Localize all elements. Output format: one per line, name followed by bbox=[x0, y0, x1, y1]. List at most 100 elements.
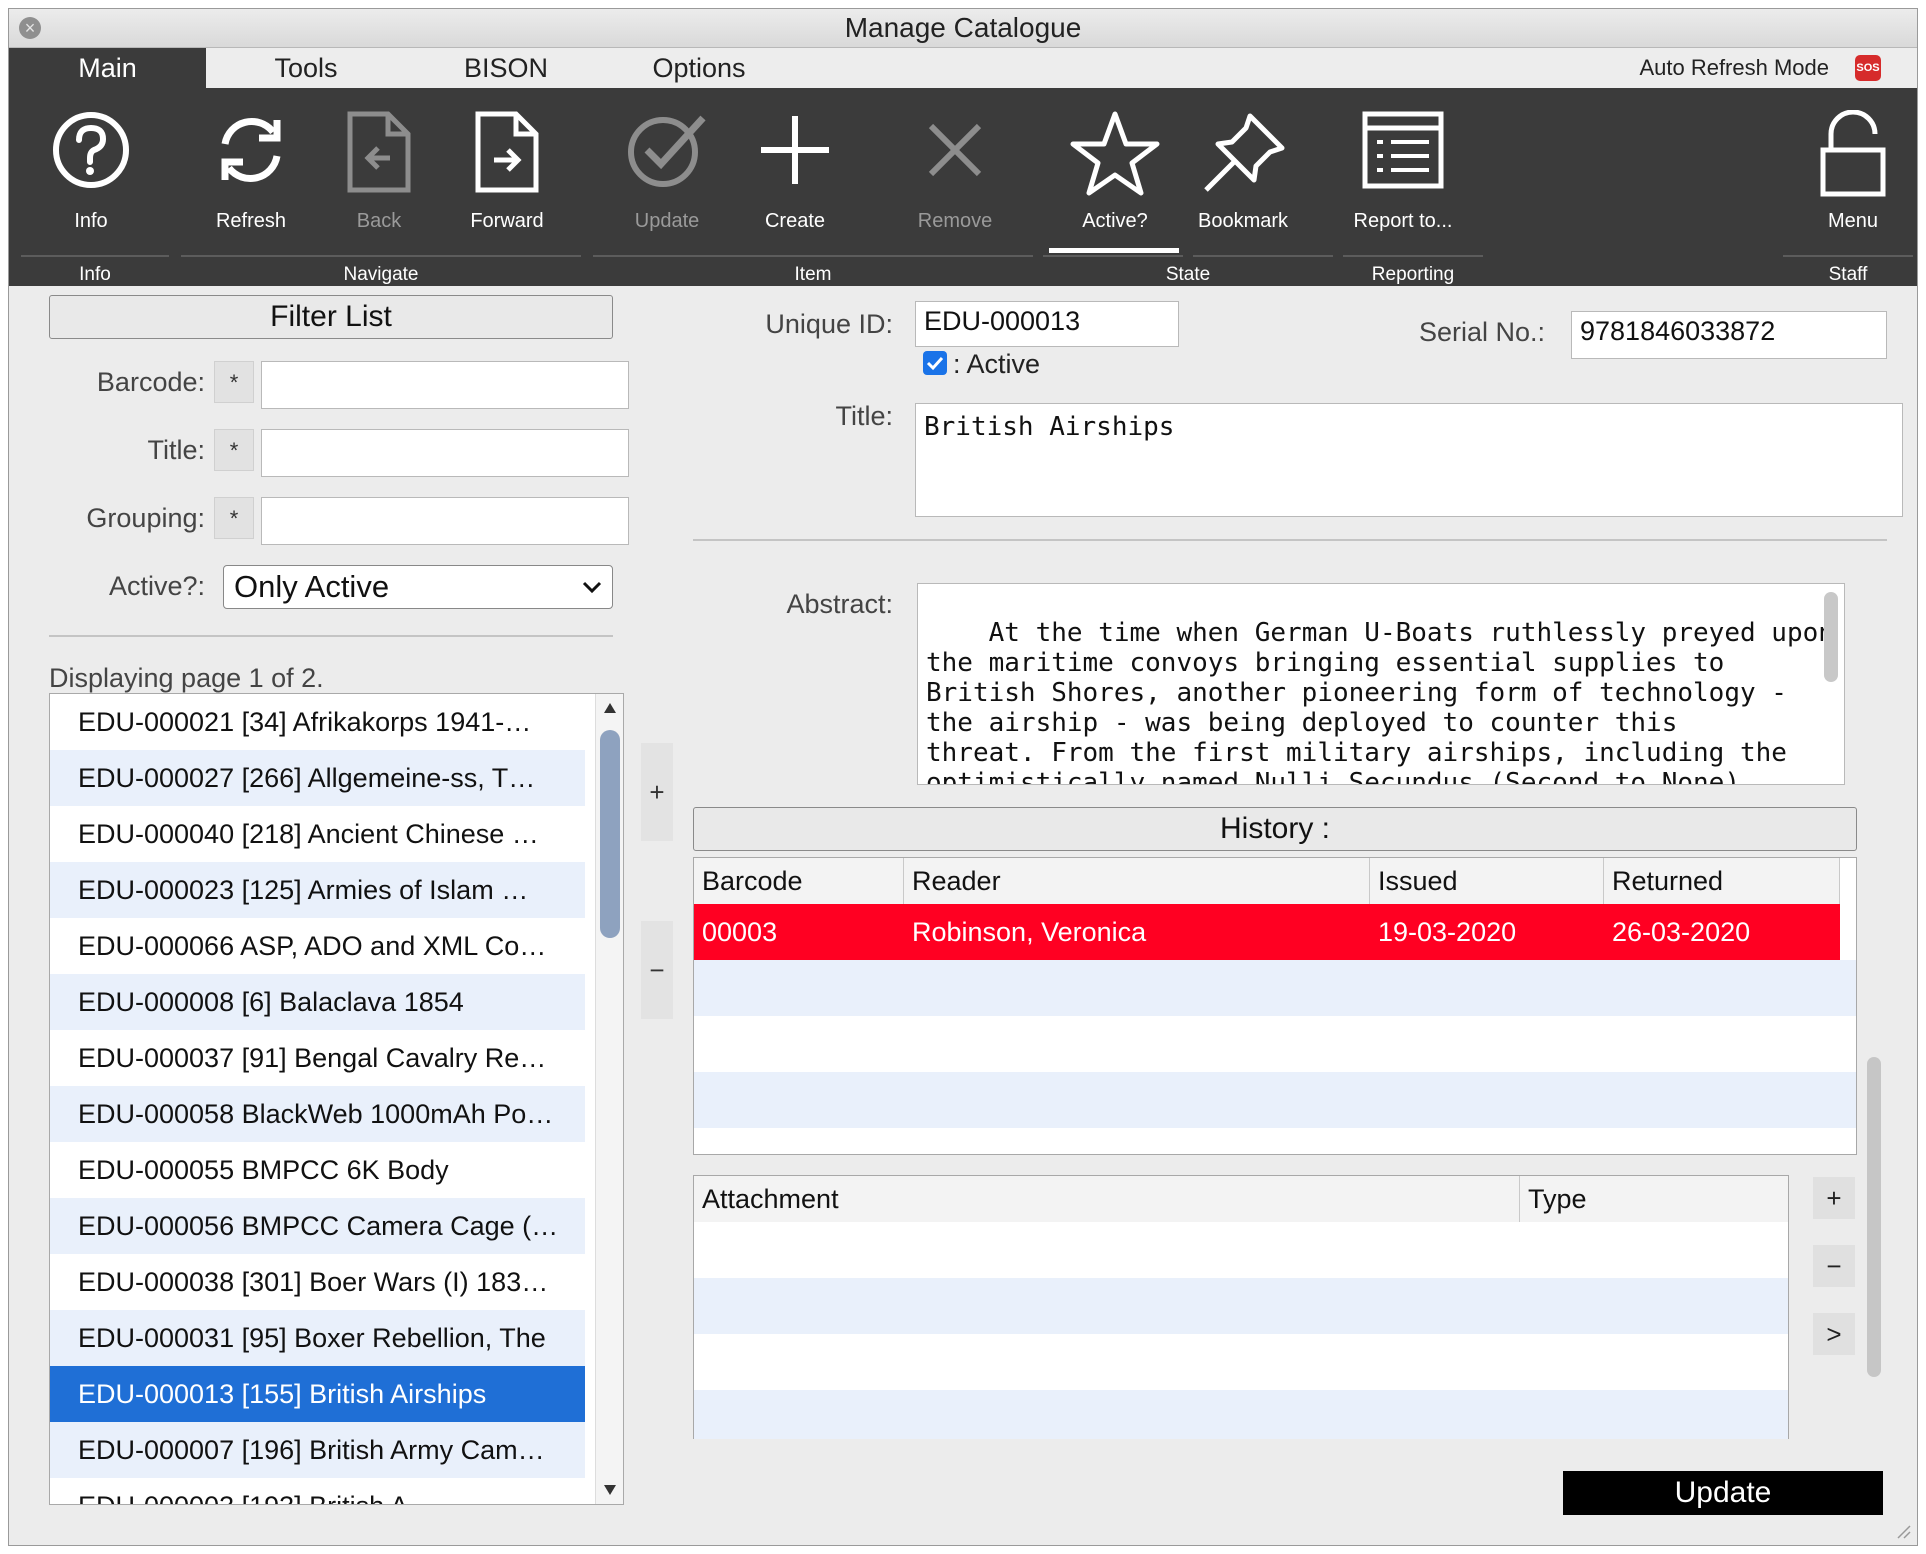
bookmark-button[interactable]: Bookmark bbox=[1183, 88, 1303, 238]
forward-button[interactable]: Forward bbox=[447, 88, 567, 238]
abstract-scroll-thumb[interactable] bbox=[1824, 592, 1838, 682]
bookmark-label: Bookmark bbox=[1197, 210, 1289, 232]
group-label-state: State bbox=[1165, 264, 1211, 285]
detail-scrollbar[interactable] bbox=[1867, 1057, 1881, 1377]
grouping-filter-input[interactable] bbox=[261, 497, 629, 545]
abstract-label: Abstract: bbox=[786, 589, 893, 619]
title-filter-label: Title: bbox=[147, 435, 205, 465]
list-item[interactable]: EDU-000007 [196] British Army Cam… bbox=[50, 1422, 585, 1478]
barcode-wildcard[interactable]: * bbox=[214, 361, 254, 403]
list-item[interactable]: EDU-000038 [301] Boer Wars (I) 183… bbox=[50, 1254, 585, 1310]
detail-divider bbox=[693, 539, 1887, 541]
history-col-returned[interactable]: Returned bbox=[1604, 858, 1840, 904]
checkmark-icon bbox=[926, 356, 944, 371]
history-col-issued[interactable]: Issued bbox=[1370, 858, 1604, 904]
group-divider bbox=[1043, 255, 1183, 257]
update-button[interactable]: Update bbox=[1563, 1471, 1883, 1515]
report-label: Report to... bbox=[1353, 210, 1453, 232]
attachment-col-name[interactable]: Attachment bbox=[694, 1176, 1520, 1222]
active-toggle-button[interactable]: Active? bbox=[1055, 88, 1175, 238]
history-returned-cell: 26-03-2020 bbox=[1612, 917, 1751, 947]
history-col-reader[interactable]: Reader bbox=[904, 858, 1370, 904]
report-button[interactable]: Report to... bbox=[1343, 88, 1463, 238]
question-circle-icon bbox=[53, 112, 129, 188]
tab-tools[interactable]: Tools bbox=[206, 48, 406, 88]
list-scrollbar[interactable] bbox=[595, 694, 623, 1504]
chevron-down-icon bbox=[582, 581, 602, 594]
list-item[interactable]: EDU-000055 BMPCC 6K Body bbox=[50, 1142, 585, 1198]
attachment-remove-button[interactable]: − bbox=[1813, 1245, 1855, 1287]
sos-icon[interactable]: SOS bbox=[1855, 55, 1881, 81]
list-item[interactable]: EDU-000040 [218] Ancient Chinese … bbox=[50, 806, 585, 862]
attachment-empty-row bbox=[694, 1222, 1788, 1278]
refresh-button[interactable]: Refresh bbox=[191, 88, 311, 238]
toolbar: Info Refresh Back Forward Update Create … bbox=[9, 88, 1917, 286]
attachment-empty-row bbox=[694, 1278, 1788, 1334]
list-scroll-thumb[interactable] bbox=[600, 730, 620, 938]
update-toolbar-button[interactable]: Update bbox=[607, 88, 727, 238]
title-bar: × Manage Catalogue bbox=[9, 9, 1917, 48]
active-checkbox-label: : Active bbox=[953, 349, 1041, 379]
abstract-field[interactable]: At the time when German U-Boats ruthless… bbox=[917, 583, 1845, 785]
group-label-staff: Staff bbox=[1828, 264, 1868, 285]
barcode-filter-label: Barcode: bbox=[96, 367, 205, 397]
list-item[interactable]: EDU-000031 [95] Boxer Rebellion, The bbox=[50, 1310, 585, 1366]
list-item[interactable]: EDU-000023 [125] Armies of Islam … bbox=[50, 862, 585, 918]
tab-bison[interactable]: BISON bbox=[406, 48, 606, 88]
unique-id-field[interactable]: EDU-000013 bbox=[915, 301, 1179, 347]
scroll-up-arrow-icon[interactable] bbox=[603, 702, 617, 714]
group-divider bbox=[1193, 255, 1333, 257]
active-checkbox[interactable] bbox=[923, 351, 947, 375]
title-detail-field[interactable]: British Airships bbox=[915, 403, 1903, 517]
report-icon bbox=[1362, 111, 1444, 189]
title-filter-input[interactable] bbox=[261, 429, 629, 477]
back-button[interactable]: Back bbox=[319, 88, 439, 238]
active-filter-select[interactable]: Only Active bbox=[223, 565, 613, 609]
list-remove-button[interactable]: − bbox=[641, 921, 673, 1019]
history-issued-cell: 19-03-2020 bbox=[1378, 917, 1517, 947]
close-window-icon[interactable]: × bbox=[19, 17, 41, 39]
attachments-table: Attachment Type bbox=[693, 1175, 1789, 1439]
attachment-open-button[interactable]: > bbox=[1813, 1313, 1855, 1355]
group-divider bbox=[593, 255, 1033, 257]
grouping-filter-label: Grouping: bbox=[86, 503, 205, 533]
scroll-down-arrow-icon[interactable] bbox=[603, 1484, 617, 1496]
info-button[interactable]: Info bbox=[31, 88, 151, 238]
list-item[interactable]: EDU-000008 [6] Balaclava 1854 bbox=[50, 974, 585, 1030]
attachment-add-button[interactable]: + bbox=[1813, 1177, 1855, 1219]
grouping-wildcard[interactable]: * bbox=[214, 497, 254, 539]
menu-button[interactable]: Menu bbox=[1793, 88, 1913, 238]
list-item[interactable]: EDU-000021 [34] Afrikakorps 1941-… bbox=[50, 694, 585, 750]
auto-refresh-mode[interactable]: Auto Refresh Mode bbox=[1625, 48, 1843, 88]
list-item[interactable]: EDU-000066 ASP, ADO and XML Co… bbox=[50, 918, 585, 974]
list-item[interactable]: EDU-000056 BMPCC Camera Cage (… bbox=[50, 1198, 585, 1254]
remove-button[interactable]: Remove bbox=[895, 88, 1015, 238]
list-add-button[interactable]: + bbox=[641, 743, 673, 841]
tab-main[interactable]: Main bbox=[9, 48, 206, 88]
list-item[interactable]: EDU-000003 [193] British A… bbox=[50, 1478, 585, 1504]
group-divider bbox=[1343, 255, 1483, 257]
list-item[interactable]: EDU-000037 [91] Bengal Cavalry Re… bbox=[50, 1030, 585, 1086]
x-icon bbox=[928, 123, 982, 177]
attachment-col-type[interactable]: Type bbox=[1520, 1176, 1788, 1222]
resize-grip-icon[interactable] bbox=[1893, 1521, 1911, 1539]
barcode-filter-input[interactable] bbox=[261, 361, 629, 409]
history-col-barcode[interactable]: Barcode bbox=[694, 858, 904, 904]
back-document-icon bbox=[347, 111, 411, 193]
list-item[interactable]: EDU-000027 [266] Allgemeine-ss, T… bbox=[50, 750, 585, 806]
filter-list-header[interactable]: Filter List bbox=[49, 295, 613, 339]
info-label: Info bbox=[74, 210, 108, 232]
history-row[interactable]: 00003 Robinson, Veronica 19-03-2020 26-0… bbox=[694, 904, 1840, 960]
tab-options[interactable]: Options bbox=[606, 48, 792, 88]
list-item[interactable]: EDU-000058 BlackWeb 1000mAh Po… bbox=[50, 1086, 585, 1142]
active-filter-label: Active?: bbox=[108, 571, 205, 601]
manage-catalogue-window: × Manage Catalogue Main Tools BISON Opti… bbox=[8, 8, 1918, 1546]
lock-icon bbox=[1820, 110, 1886, 197]
create-button[interactable]: Create bbox=[735, 88, 855, 238]
serial-no-field[interactable]: 9781846033872 bbox=[1571, 311, 1887, 359]
list-item[interactable]: EDU-000013 [155] British Airships bbox=[50, 1366, 585, 1422]
star-icon bbox=[1070, 111, 1160, 196]
group-label-reporting: Reporting bbox=[1371, 264, 1455, 285]
title-wildcard[interactable]: * bbox=[214, 429, 254, 471]
pin-icon bbox=[1204, 113, 1285, 192]
